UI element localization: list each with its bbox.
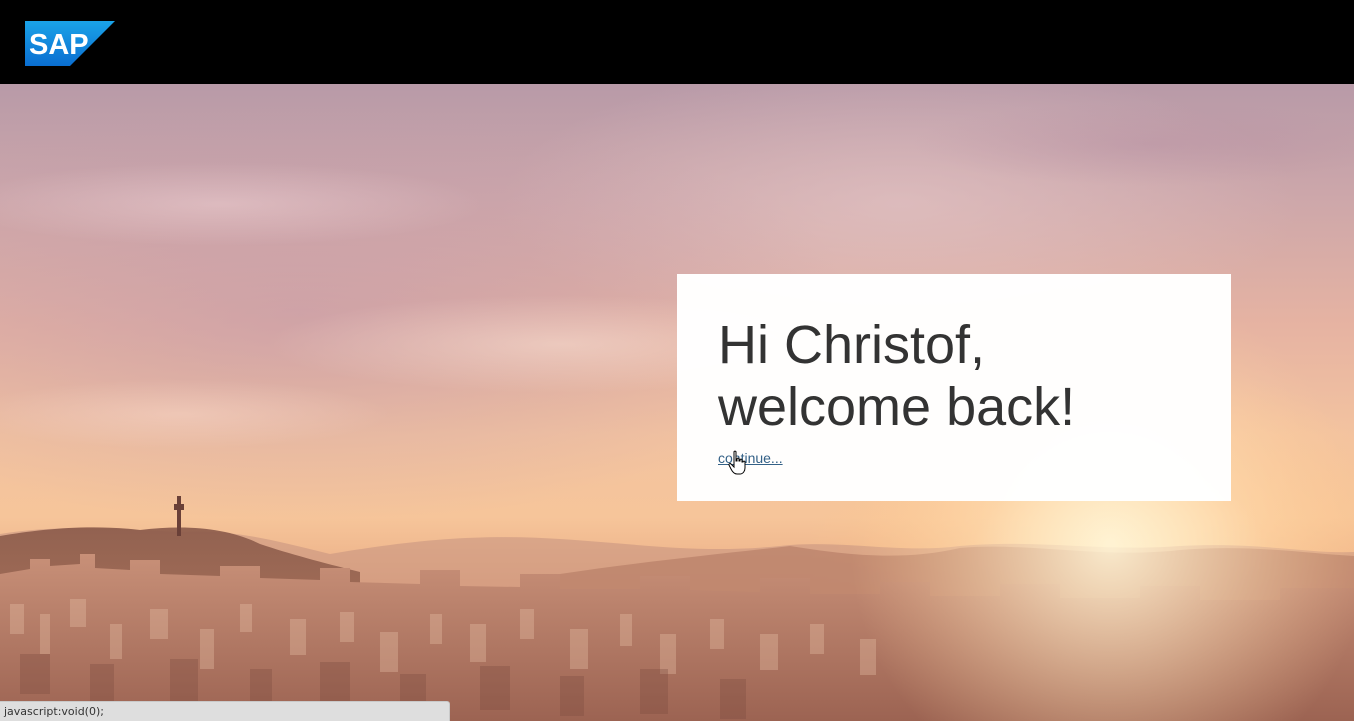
hand-pointer-icon [728,450,746,475]
greeting-line-1: Hi Christof, [718,315,986,375]
welcome-heading: Hi Christof, welcome back! [718,314,1190,438]
welcome-card: Hi Christof, welcome back! continue... [677,274,1231,501]
browser-status-bar: javascript:void(0); [0,701,450,721]
greeting-line-2: welcome back! [718,377,1076,437]
top-bar: SAP [0,0,1354,84]
svg-text:SAP: SAP [29,29,89,61]
sap-logo[interactable]: SAP [25,21,115,66]
